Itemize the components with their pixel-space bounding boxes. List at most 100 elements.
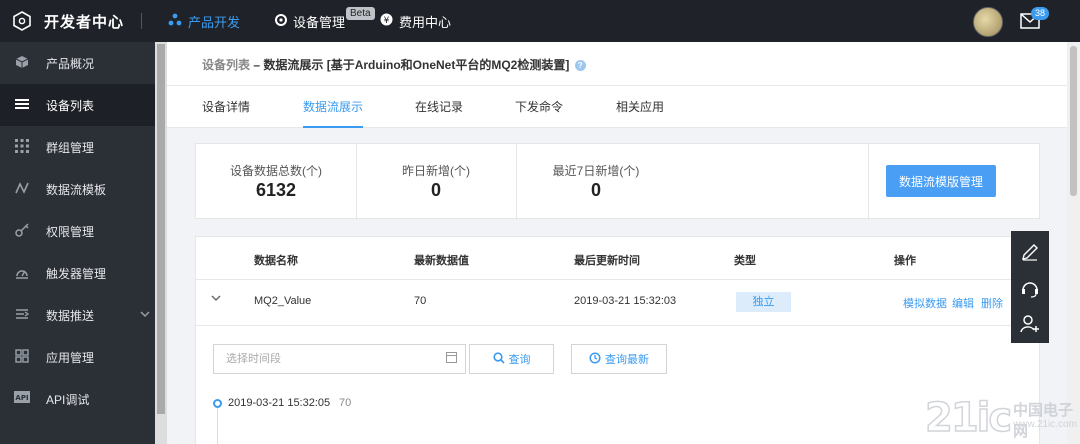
sidebar-item-label: 产品概况 bbox=[46, 56, 95, 71]
watermark-url-text: www.21ic.com bbox=[1013, 419, 1077, 430]
column-header-type: 类型 bbox=[734, 255, 756, 267]
main-scrollbar[interactable] bbox=[1067, 42, 1080, 444]
nav-label: 设备管理 bbox=[293, 14, 346, 30]
svg-text:API: API bbox=[15, 394, 28, 402]
nav-label: 费用中心 bbox=[399, 14, 452, 30]
sidebar-item-group-mgmt[interactable]: 群组管理 bbox=[0, 126, 155, 168]
molecule-icon bbox=[168, 13, 182, 30]
mail-count-badge: 38 bbox=[1031, 7, 1050, 20]
device-dot-icon bbox=[275, 13, 287, 29]
breadcrumb: 设备列表 – 数据流展示 [基于Arduino和OneNet平台的MQ2检测装置… bbox=[202, 56, 586, 73]
sidebar-item-app-mgmt[interactable]: 应用管理 bbox=[0, 336, 155, 378]
sidebar-item-label: 数据推送 bbox=[46, 308, 95, 323]
floating-toolbar bbox=[1011, 231, 1049, 343]
stat-value: 6132 bbox=[255, 180, 297, 200]
column-header-value: 最新数据值 bbox=[414, 255, 469, 267]
hexagon-logo-icon bbox=[13, 11, 31, 31]
main-content: 设备列表 – 数据流展示 [基于Arduino和OneNet平台的MQ2检测装置… bbox=[167, 42, 1067, 444]
headset-icon[interactable] bbox=[1020, 278, 1040, 298]
timeline-line bbox=[217, 408, 218, 444]
yen-coin-icon: ¥ bbox=[380, 13, 393, 29]
tab-bar: 设备详情 数据流展示 在线记录 下发命令 相关应用 bbox=[167, 85, 1067, 128]
sidebar-item-datastream-template[interactable]: 数据流模板 bbox=[0, 168, 155, 210]
sidebar-item-trigger[interactable]: 触发器管理 bbox=[0, 252, 155, 294]
api-icon: API bbox=[14, 391, 30, 407]
watermark-logo: 21ic 中国电子网 www.21ic.com bbox=[924, 394, 1077, 442]
breadcrumb-separator: – bbox=[250, 58, 264, 72]
column-header-name: 数据名称 bbox=[254, 255, 298, 267]
watermark-main-text: 21ic bbox=[924, 394, 1013, 442]
datastream-icon bbox=[14, 181, 30, 197]
trigger-icon bbox=[14, 265, 30, 281]
nav-billing[interactable]: ¥ 费用中心 bbox=[380, 0, 451, 42]
logo[interactable]: 开发者中心 bbox=[12, 0, 124, 42]
nav-label: 产品开发 bbox=[188, 14, 241, 30]
stat-label: 设备数据总数(个) bbox=[230, 164, 322, 178]
sidebar-item-api-debug[interactable]: API API调试 bbox=[0, 378, 155, 420]
pencil-icon[interactable] bbox=[1020, 242, 1040, 262]
expand-chevron-icon[interactable] bbox=[211, 294, 221, 305]
query-button-label: 查询 bbox=[508, 354, 531, 366]
datastream-template-manage-button[interactable]: 数据流模版管理 bbox=[886, 165, 996, 197]
sidebar-item-label: API调试 bbox=[46, 392, 90, 407]
date-range-input[interactable]: 选择时间段 bbox=[213, 344, 466, 374]
stats-panel: 设备数据总数(个) 6132 昨日新增(个) 0 最近7日新增(个) 0 数据流… bbox=[195, 143, 1040, 220]
timeline-dot bbox=[213, 399, 222, 408]
logo-text: 开发者中心 bbox=[44, 13, 125, 31]
edit-link[interactable]: 编辑 bbox=[952, 295, 974, 311]
query-button[interactable]: 查询 bbox=[469, 344, 554, 374]
help-icon[interactable]: ? bbox=[574, 60, 586, 72]
breadcrumb-current: 数据流展示 [基于Arduino和OneNet平台的MQ2检测装置] bbox=[263, 58, 570, 72]
query-latest-button[interactable]: 查询最新 bbox=[571, 344, 667, 374]
stat-label: 最近7日新增(个) bbox=[552, 164, 640, 178]
sidebar-item-label: 权限管理 bbox=[46, 224, 95, 239]
header-divider bbox=[196, 279, 1041, 280]
tab-device-detail[interactable]: 设备详情 bbox=[202, 86, 250, 128]
nav-device-mgmt[interactable]: 设备管理 bbox=[275, 0, 345, 42]
header-divider bbox=[141, 13, 142, 29]
cube-icon bbox=[14, 55, 30, 71]
column-header-actions: 操作 bbox=[894, 255, 916, 267]
calendar-icon bbox=[446, 352, 457, 363]
sidebar-item-label: 设备列表 bbox=[46, 98, 95, 113]
breadcrumb-parent-link[interactable]: 设备列表 bbox=[202, 58, 250, 72]
tab-online-record[interactable]: 在线记录 bbox=[415, 86, 463, 128]
sidebar-item-label: 应用管理 bbox=[46, 350, 95, 365]
tab-related-apps[interactable]: 相关应用 bbox=[616, 86, 664, 128]
sidebar-scrollbar-thumb[interactable] bbox=[157, 44, 165, 414]
timeline-value: 70 bbox=[339, 397, 352, 409]
sidebar-scrollbar[interactable] bbox=[155, 42, 167, 444]
sidebar-item-product-overview[interactable]: 产品概况 bbox=[0, 42, 155, 84]
delete-link[interactable]: 删除 bbox=[981, 295, 1003, 311]
row-name: MQ2_Value bbox=[254, 295, 312, 307]
sidebar-item-device-list[interactable]: 设备列表 bbox=[0, 84, 155, 126]
tab-send-command[interactable]: 下发命令 bbox=[515, 86, 563, 128]
sidebar-item-data-push[interactable]: 数据推送 bbox=[0, 294, 155, 336]
row-updated: 2019-03-21 15:32:03 bbox=[574, 295, 677, 307]
svg-text:¥: ¥ bbox=[384, 16, 390, 26]
stat-label: 昨日新增(个) bbox=[402, 164, 470, 178]
add-user-icon[interactable] bbox=[1020, 314, 1040, 334]
simulate-data-link[interactable]: 模拟数据 bbox=[903, 295, 947, 311]
top-bar: 开发者中心 产品开发 设备管理 Beta ¥ 费用中心 38 bbox=[0, 0, 1080, 42]
stat-total: 设备数据总数(个) 6132 bbox=[196, 144, 356, 220]
datastream-table: 数据名称 最新数据值 最后更新时间 类型 操作 MQ2_Value 70 201… bbox=[195, 236, 1041, 444]
date-range-placeholder: 选择时间段 bbox=[226, 353, 281, 365]
chevron-down-icon[interactable] bbox=[140, 310, 150, 321]
stat-value: 0 bbox=[590, 180, 601, 200]
sidebar-item-label: 数据流模板 bbox=[46, 182, 107, 197]
stat-value: 0 bbox=[430, 180, 441, 200]
stat-yesterday: 昨日新增(个) 0 bbox=[356, 144, 516, 220]
row-value: 70 bbox=[414, 295, 427, 307]
main-scrollbar-thumb[interactable] bbox=[1070, 46, 1077, 196]
sidebar-item-permission[interactable]: 权限管理 bbox=[0, 210, 155, 252]
timeline-time: 2019-03-21 15:32:05 bbox=[228, 397, 331, 409]
user-avatar[interactable] bbox=[973, 7, 1003, 37]
refresh-icon bbox=[589, 351, 601, 367]
tab-datastream[interactable]: 数据流展示 bbox=[303, 86, 364, 128]
nav-product-dev[interactable]: 产品开发 bbox=[168, 0, 240, 42]
beta-badge: Beta bbox=[346, 7, 375, 20]
list-icon bbox=[14, 97, 30, 113]
type-tag: 独立 bbox=[736, 292, 791, 312]
stat-week: 最近7日新增(个) 0 bbox=[516, 144, 676, 220]
